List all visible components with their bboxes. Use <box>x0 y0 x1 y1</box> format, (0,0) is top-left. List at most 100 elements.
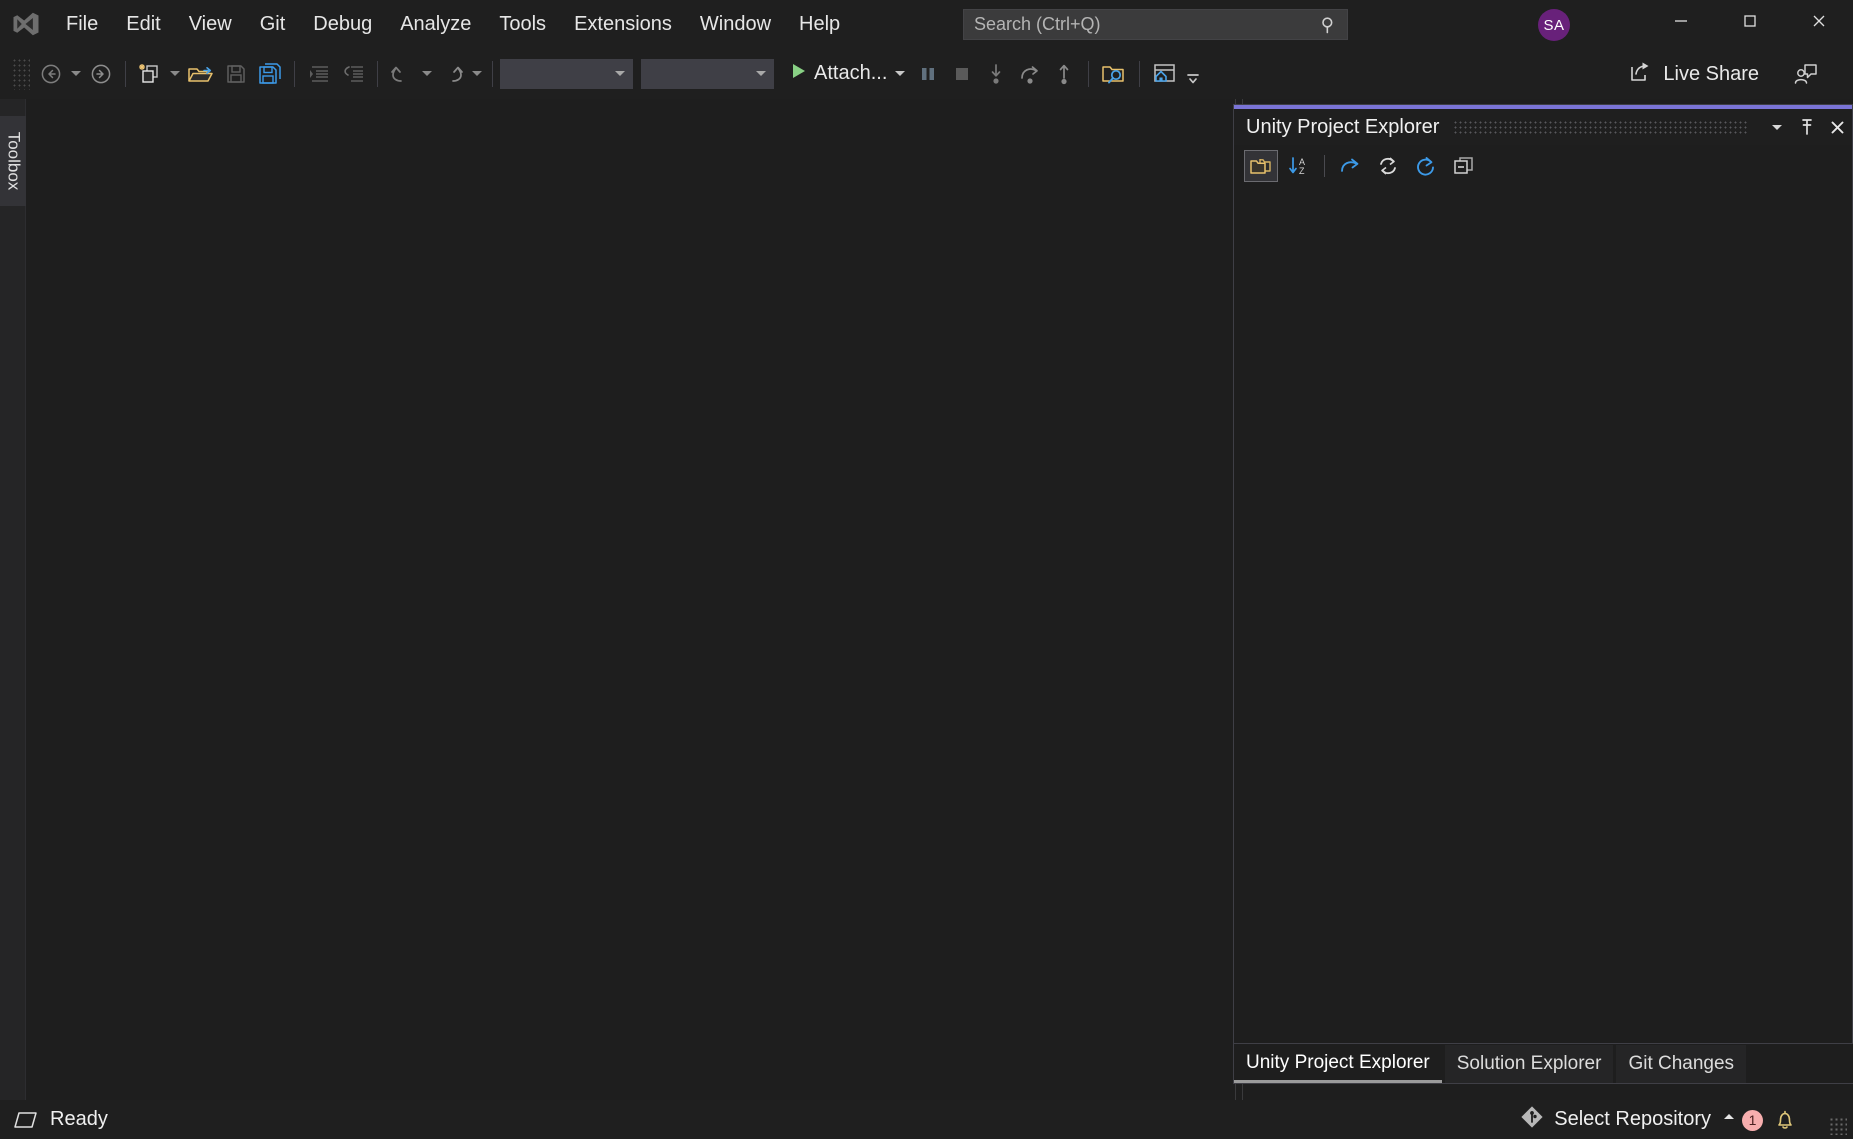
tool-window-drag-grip[interactable] <box>1453 120 1748 134</box>
menu-item-file[interactable]: File <box>52 6 112 42</box>
status-text: Ready <box>50 1108 108 1131</box>
menu-item-help[interactable]: Help <box>785 6 854 42</box>
close-icon[interactable] <box>1784 0 1853 42</box>
open-folder-icon[interactable] <box>183 56 219 92</box>
tab-label: Unity Project Explorer <box>1246 1052 1430 1074</box>
sort-az-icon[interactable]: A Z <box>1282 150 1316 182</box>
status-shape-icon <box>10 1110 42 1130</box>
toolbar-separator <box>492 61 493 87</box>
drag-grip[interactable] <box>12 58 30 90</box>
close-icon[interactable] <box>1822 112 1852 142</box>
tab-label: Git Changes <box>1628 1053 1734 1075</box>
configuration-combobox[interactable] <box>500 59 633 89</box>
visual-studio-logo-icon <box>0 0 52 48</box>
menu-item-tools[interactable]: Tools <box>485 6 560 42</box>
window-home-icon[interactable] <box>1147 56 1183 92</box>
refresh-icon[interactable] <box>1371 150 1405 182</box>
new-project-icon[interactable] <box>133 56 167 92</box>
tool-window-tab-strip: Unity Project Explorer Solution Explorer… <box>1234 1043 1853 1083</box>
search-box[interactable] <box>963 9 1348 40</box>
git-icon <box>1520 1105 1544 1134</box>
reload-icon[interactable] <box>1409 150 1443 182</box>
toolbar-overflow-icon[interactable] <box>1183 56 1203 92</box>
menu-item-debug[interactable]: Debug <box>299 6 386 42</box>
toolbar-separator <box>1324 155 1325 177</box>
attach-run-button[interactable]: Attach... <box>782 56 911 92</box>
toolbox-label: Toolbox <box>3 132 23 191</box>
redo-icon <box>435 56 469 92</box>
attach-label: Attach... <box>814 62 887 85</box>
maximize-icon[interactable] <box>1715 0 1784 42</box>
toolbar-separator <box>1139 61 1140 87</box>
save-all-icon[interactable] <box>253 56 287 92</box>
live-share-button[interactable]: Live Share <box>1622 56 1765 92</box>
toolbar-separator <box>294 61 295 87</box>
collapse-all-icon[interactable] <box>1447 150 1481 182</box>
chevron-down-icon[interactable] <box>615 71 625 76</box>
tab-unity-project-explorer[interactable]: Unity Project Explorer <box>1234 1045 1442 1083</box>
navigate-back-icon[interactable] <box>34 56 68 92</box>
avatar[interactable]: SA <box>1538 9 1570 41</box>
menu-item-edit[interactable]: Edit <box>112 6 174 42</box>
send-feedback-icon[interactable] <box>1789 58 1823 90</box>
tab-label: Solution Explorer <box>1457 1053 1602 1075</box>
notifications-button[interactable]: 1 <box>1765 1103 1805 1137</box>
svg-text:Z: Z <box>1299 166 1305 176</box>
select-repository-label: Select Repository <box>1554 1108 1711 1131</box>
unity-project-explorer-tree[interactable] <box>1234 187 1852 1034</box>
tool-window-header[interactable]: Unity Project Explorer <box>1234 109 1852 145</box>
editor-area[interactable] <box>26 99 1235 1100</box>
toolbar-separator <box>125 61 126 87</box>
toolbox-rail <box>0 99 26 1100</box>
avatar-initials: SA <box>1543 17 1564 34</box>
step-over-icon <box>1013 56 1047 92</box>
standard-toolbar: Attach... <box>0 48 1853 99</box>
platform-combobox[interactable] <box>641 59 774 89</box>
folder-search-icon[interactable] <box>1096 56 1132 92</box>
resize-grip[interactable] <box>1829 1117 1847 1135</box>
menu-bar: File Edit View Git Debug Analyze Tools E… <box>52 0 854 48</box>
step-out-icon <box>1047 56 1081 92</box>
menu-item-analyze[interactable]: Analyze <box>386 6 485 42</box>
unity-project-explorer-window: Unity Project Explorer A Z <box>1233 104 1853 1084</box>
step-into-icon <box>979 56 1013 92</box>
minimize-icon[interactable] <box>1646 0 1715 42</box>
search-icon[interactable] <box>1311 15 1347 35</box>
navigate-back-dropdown-chevron-down-icon[interactable] <box>68 56 84 92</box>
sync-arrow-icon[interactable] <box>1333 150 1367 182</box>
status-bar: Ready Select Repository 1 <box>0 1100 1853 1139</box>
menu-item-git[interactable]: Git <box>246 6 300 42</box>
window-controls <box>1646 0 1853 42</box>
pause-icon <box>911 56 945 92</box>
chevron-up-icon[interactable] <box>1721 1110 1737 1129</box>
title-bar: File Edit View Git Debug Analyze Tools E… <box>0 0 1853 48</box>
menu-item-view[interactable]: View <box>175 6 246 42</box>
play-icon <box>788 61 808 86</box>
select-repository-button[interactable]: Select Repository <box>1514 1103 1743 1137</box>
sidebar-item-toolbox[interactable]: Toolbox <box>0 116 26 206</box>
toolbar-separator <box>377 61 378 87</box>
navigate-forward-icon[interactable] <box>84 56 118 92</box>
notification-count-badge: 1 <box>1742 1110 1763 1131</box>
save-icon <box>219 56 253 92</box>
tab-solution-explorer[interactable]: Solution Explorer <box>1445 1045 1614 1083</box>
chevron-down-icon[interactable] <box>756 71 766 76</box>
undo-dropdown-chevron-down-icon[interactable] <box>419 56 435 92</box>
chevron-down-icon[interactable] <box>1762 112 1792 142</box>
bell-icon[interactable] <box>1765 1103 1805 1137</box>
search-input[interactable] <box>964 14 1311 35</box>
show-all-files-icon[interactable] <box>1244 150 1278 182</box>
live-share-icon <box>1628 60 1654 89</box>
tab-git-changes[interactable]: Git Changes <box>1616 1045 1746 1083</box>
chevron-down-icon[interactable] <box>895 71 905 76</box>
menu-item-extensions[interactable]: Extensions <box>560 6 686 42</box>
menu-item-window[interactable]: Window <box>686 6 785 42</box>
undo-icon <box>385 56 419 92</box>
toolbar-separator <box>1088 61 1089 87</box>
page-title: Unity Project Explorer <box>1246 116 1439 139</box>
redo-dropdown-chevron-down-icon[interactable] <box>469 56 485 92</box>
uncomment-selection-icon <box>336 56 370 92</box>
pin-icon[interactable] <box>1792 112 1822 142</box>
new-project-dropdown-chevron-down-icon[interactable] <box>167 56 183 92</box>
live-share-label: Live Share <box>1663 63 1759 86</box>
